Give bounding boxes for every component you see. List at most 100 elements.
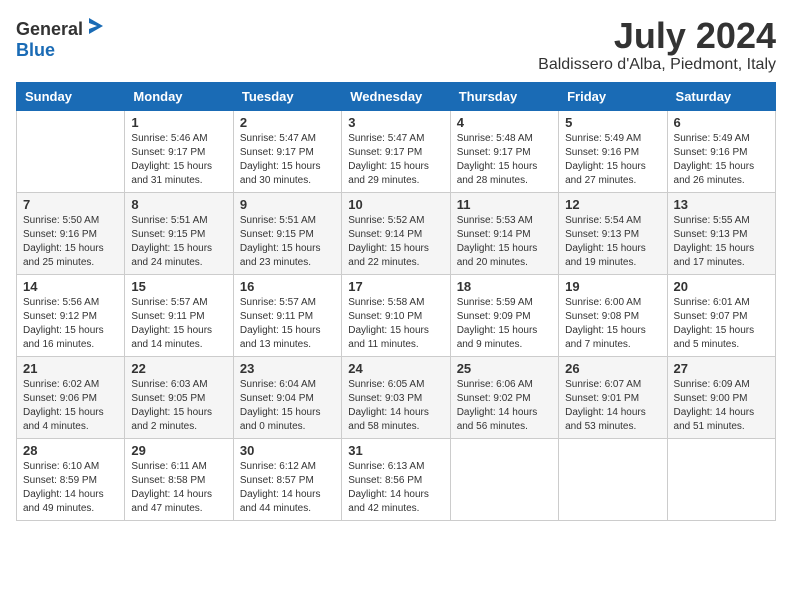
logo-blue-text: Blue: [16, 41, 55, 59]
day-number: 20: [674, 279, 769, 294]
weekday-header-monday: Monday: [125, 82, 233, 110]
calendar-cell: 20Sunrise: 6:01 AMSunset: 9:07 PMDayligh…: [667, 274, 775, 356]
day-number: 11: [457, 197, 552, 212]
day-info: Sunrise: 5:59 AMSunset: 9:09 PMDaylight:…: [457, 296, 552, 352]
calendar-cell: 9 Sunrise: 5:51 AMSunset: 9:15 PMDaylight…: [233, 192, 341, 274]
day-number: 19: [565, 279, 660, 294]
day-number: 29: [131, 443, 226, 458]
calendar-cell: [667, 438, 775, 520]
day-number: 30: [240, 443, 335, 458]
weekday-header-tuesday: Tuesday: [233, 82, 341, 110]
calendar-cell: 29 Sunrise: 6:11 AMSunset: 8:58 PMDayligh…: [125, 438, 233, 520]
page-header: General Blue July 2024 Baldissero d'Alba…: [16, 16, 776, 74]
day-info: Sunrise: 6:11 AMSunset: 8:58 PMDaylight:…: [131, 460, 226, 516]
weekday-header-wednesday: Wednesday: [342, 82, 450, 110]
title-area: July 2024 Baldissero d'Alba, Piedmont, I…: [538, 16, 776, 74]
day-number: 3: [348, 115, 443, 130]
weekday-header-sunday: Sunday: [17, 82, 125, 110]
calendar-cell: 22 Sunrise: 6:03 AMSunset: 9:05 PMDayligh…: [125, 356, 233, 438]
day-info: Sunrise: 6:12 AMSunset: 8:57 PMDaylight:…: [240, 460, 335, 516]
calendar-cell: 18Sunrise: 5:59 AMSunset: 9:09 PMDayligh…: [450, 274, 558, 356]
day-info: Sunrise: 5:54 AMSunset: 9:13 PMDaylight:…: [565, 214, 660, 270]
calendar-cell: 10 Sunrise: 5:52 AMSunset: 9:14 PMDayligh…: [342, 192, 450, 274]
day-info: Sunrise: 6:04 AMSunset: 9:04 PMDaylight:…: [240, 378, 335, 434]
day-number: 31: [348, 443, 443, 458]
calendar-week-row: 1Sunrise: 5:46 AMSunset: 9:17 PMDaylight…: [17, 110, 776, 192]
calendar-cell: 8Sunrise: 5:51 AMSunset: 9:15 PMDaylight…: [125, 192, 233, 274]
day-number: 10: [348, 197, 443, 212]
calendar-cell: [559, 438, 667, 520]
day-info: Sunrise: 6:10 AMSunset: 8:59 PMDaylight:…: [23, 460, 118, 516]
calendar-cell: 31 Sunrise: 6:13 AMSunset: 8:56 PMDayligh…: [342, 438, 450, 520]
day-info: Sunrise: 6:05 AMSunset: 9:03 PMDaylight:…: [348, 378, 443, 434]
calendar-table: SundayMondayTuesdayWednesdayThursdayFrid…: [16, 82, 776, 521]
day-number: 9: [240, 197, 335, 212]
calendar-cell: 12 Sunrise: 5:54 AMSunset: 9:13 PMDayligh…: [559, 192, 667, 274]
day-info: Sunrise: 5:58 AMSunset: 9:10 PMDaylight:…: [348, 296, 443, 352]
day-info: Sunrise: 6:13 AMSunset: 8:56 PMDaylight:…: [348, 460, 443, 516]
day-info: Sunrise: 5:55 AMSunset: 9:13 PMDaylight:…: [674, 214, 769, 270]
calendar-cell: 3 Sunrise: 5:47 AMSunset: 9:17 PMDaylight…: [342, 110, 450, 192]
day-number: 15: [131, 279, 226, 294]
day-number: 28: [23, 443, 118, 458]
day-number: 4: [457, 115, 552, 130]
day-info: Sunrise: 5:49 AMSunset: 9:16 PMDaylight:…: [565, 132, 660, 188]
day-number: 25: [457, 361, 552, 376]
calendar-cell: 23 Sunrise: 6:04 AMSunset: 9:04 PMDayligh…: [233, 356, 341, 438]
day-number: 6: [674, 115, 769, 130]
calendar-cell: 2Sunrise: 5:47 AMSunset: 9:17 PMDaylight…: [233, 110, 341, 192]
day-number: 16: [240, 279, 335, 294]
day-info: Sunrise: 5:52 AMSunset: 9:14 PMDaylight:…: [348, 214, 443, 270]
weekday-header-saturday: Saturday: [667, 82, 775, 110]
day-number: 23: [240, 361, 335, 376]
day-number: 17: [348, 279, 443, 294]
calendar-cell: 24Sunrise: 6:05 AMSunset: 9:03 PMDayligh…: [342, 356, 450, 438]
day-info: Sunrise: 6:02 AMSunset: 9:06 PMDaylight:…: [23, 378, 118, 434]
calendar-week-row: 14 Sunrise: 5:56 AMSunset: 9:12 PMDayligh…: [17, 274, 776, 356]
day-number: 13: [674, 197, 769, 212]
day-info: Sunrise: 5:57 AMSunset: 9:11 PMDaylight:…: [240, 296, 335, 352]
day-number: 5: [565, 115, 660, 130]
calendar-cell: [17, 110, 125, 192]
day-info: Sunrise: 5:47 AMSunset: 9:17 PMDaylight:…: [240, 132, 335, 188]
weekday-header-row: SundayMondayTuesdayWednesdayThursdayFrid…: [17, 82, 776, 110]
calendar-week-row: 28 Sunrise: 6:10 AMSunset: 8:59 PMDayligh…: [17, 438, 776, 520]
weekday-header-friday: Friday: [559, 82, 667, 110]
day-info: Sunrise: 6:06 AMSunset: 9:02 PMDaylight:…: [457, 378, 552, 434]
day-info: Sunrise: 5:49 AMSunset: 9:16 PMDaylight:…: [674, 132, 769, 188]
day-number: 12: [565, 197, 660, 212]
day-info: Sunrise: 5:51 AMSunset: 9:15 PMDaylight:…: [240, 214, 335, 270]
day-info: Sunrise: 5:47 AMSunset: 9:17 PMDaylight:…: [348, 132, 443, 188]
day-info: Sunrise: 5:48 AMSunset: 9:17 PMDaylight:…: [457, 132, 552, 188]
calendar-cell: 28 Sunrise: 6:10 AMSunset: 8:59 PMDayligh…: [17, 438, 125, 520]
calendar-cell: 17 Sunrise: 5:58 AMSunset: 9:10 PMDayligh…: [342, 274, 450, 356]
calendar-cell: 5 Sunrise: 5:49 AMSunset: 9:16 PMDaylight…: [559, 110, 667, 192]
calendar-cell: [450, 438, 558, 520]
day-number: 22: [131, 361, 226, 376]
calendar-cell: 27Sunrise: 6:09 AMSunset: 9:00 PMDayligh…: [667, 356, 775, 438]
location-title: Baldissero d'Alba, Piedmont, Italy: [538, 56, 776, 74]
day-info: Sunrise: 6:07 AMSunset: 9:01 PMDaylight:…: [565, 378, 660, 434]
calendar-cell: 15 Sunrise: 5:57 AMSunset: 9:11 PMDayligh…: [125, 274, 233, 356]
day-number: 14: [23, 279, 118, 294]
day-info: Sunrise: 5:57 AMSunset: 9:11 PMDaylight:…: [131, 296, 226, 352]
calendar-cell: 4 Sunrise: 5:48 AMSunset: 9:17 PMDaylight…: [450, 110, 558, 192]
calendar-cell: 19Sunrise: 6:00 AMSunset: 9:08 PMDayligh…: [559, 274, 667, 356]
day-info: Sunrise: 6:03 AMSunset: 9:05 PMDaylight:…: [131, 378, 226, 434]
calendar-cell: 25 Sunrise: 6:06 AMSunset: 9:02 PMDayligh…: [450, 356, 558, 438]
day-number: 1: [131, 115, 226, 130]
calendar-cell: 6 Sunrise: 5:49 AMSunset: 9:16 PMDaylight…: [667, 110, 775, 192]
weekday-header-thursday: Thursday: [450, 82, 558, 110]
calendar-cell: 11Sunrise: 5:53 AMSunset: 9:14 PMDayligh…: [450, 192, 558, 274]
calendar-week-row: 7Sunrise: 5:50 AMSunset: 9:16 PMDaylight…: [17, 192, 776, 274]
day-info: Sunrise: 5:56 AMSunset: 9:12 PMDaylight:…: [23, 296, 118, 352]
calendar-cell: 7Sunrise: 5:50 AMSunset: 9:16 PMDaylight…: [17, 192, 125, 274]
month-title: July 2024: [538, 16, 776, 56]
calendar-cell: 16 Sunrise: 5:57 AMSunset: 9:11 PMDayligh…: [233, 274, 341, 356]
logo: General Blue: [16, 16, 105, 59]
day-number: 26: [565, 361, 660, 376]
calendar-cell: 1Sunrise: 5:46 AMSunset: 9:17 PMDaylight…: [125, 110, 233, 192]
day-number: 21: [23, 361, 118, 376]
calendar-cell: 14 Sunrise: 5:56 AMSunset: 9:12 PMDayligh…: [17, 274, 125, 356]
day-number: 27: [674, 361, 769, 376]
